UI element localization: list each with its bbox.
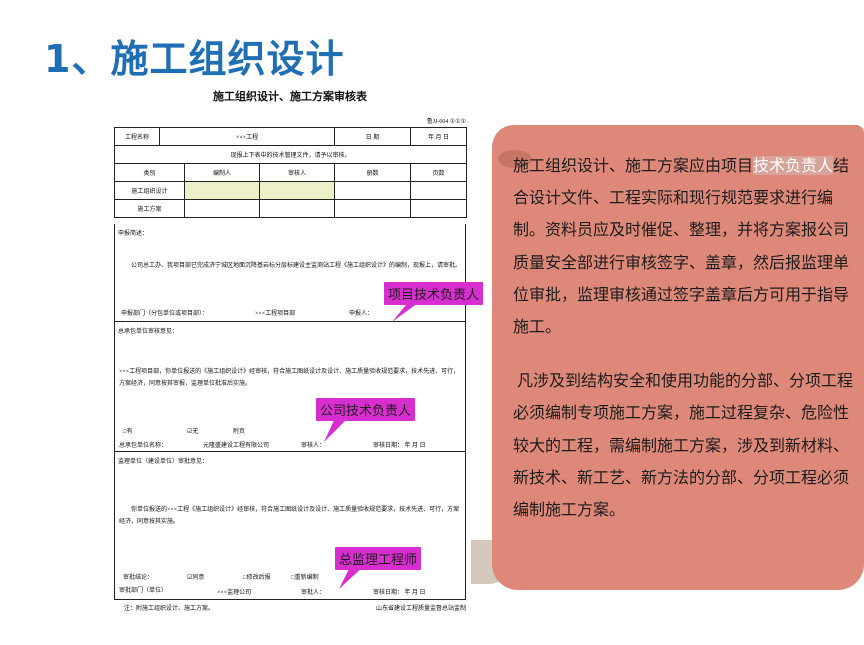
project-label: 工程名称: [114, 127, 160, 146]
date-label: 日 期: [334, 127, 412, 146]
cell-reviewer-2: [258, 199, 336, 218]
header-category: 类别: [114, 163, 185, 182]
explanation-paragraph-1: 施工组织设计、施工方案应由项目技术负责人结合设计文件、工程实际和现行规范要求进行…: [513, 150, 853, 343]
cell-pages-2: [410, 199, 468, 218]
callout-pointer: [324, 416, 350, 442]
check-attachment: 附页: [233, 429, 246, 435]
approver-label: 审批人：: [301, 590, 326, 596]
cell-volumes-2: [334, 199, 412, 218]
date-value: 年 月 日: [410, 127, 468, 146]
option-revise: □修改后报: [243, 575, 271, 581]
row-construction-design: 施工组织设计: [114, 181, 185, 200]
callout-pointer: [392, 300, 422, 322]
paragraph-1-start: 施工组织设计、施工方案应由项目: [513, 156, 754, 175]
project-value: ×××工程: [158, 127, 336, 146]
cell-volumes-1: [334, 181, 412, 200]
explanation-text: 施工组织设计、施工方案应由项目技术负责人结合设计文件、工程实际和现行规范要求进行…: [513, 150, 853, 526]
header-reviewer: 审核人: [258, 163, 336, 182]
callout-chief-supervisor: 总监理工程师: [335, 547, 422, 589]
form-footnote: 注：附施工组织设计、施工方案。: [124, 606, 215, 612]
form-header-table: 工程名称 ×××工程 日 期 年 月 日 现报上下表中的技术管理文件，请予以审核…: [113, 127, 468, 218]
conclusion-label: 审批结论：: [123, 575, 154, 581]
contractor-unit-label: 总承包单位名称：: [119, 443, 168, 449]
reporter-label: 申报人：: [349, 311, 374, 317]
section-supervisor-body: 你单位报送的×××工程《施工组织设计》经审核，符合施工图纸设计及设计、施工质量验…: [119, 507, 460, 525]
contractor-audit-date: 审核日期： 年 月 日: [373, 443, 426, 449]
cell-reviewer-1: [258, 181, 336, 200]
approval-dept-value: ×××监理公司: [217, 590, 252, 596]
section-contractor-review: 总承包单位审核意见： ×××工程项目部，你单位报送的《施工组织设计》经审核，符合…: [114, 322, 466, 452]
row-construction-plan: 施工方案: [114, 199, 185, 218]
section-supervisor-title: 监理单位（建设单位）审批意见：: [118, 459, 209, 465]
highlight-tech-lead: 技术负责人: [753, 156, 834, 175]
header-volumes: 册数: [334, 163, 412, 182]
check-no: ☑无: [187, 429, 199, 435]
form-title: 施工组织设计、施工方案审核表: [213, 90, 367, 103]
callout-company-tech-lead: 公司技术负责人: [316, 398, 416, 442]
application-dept-label: 申报部门（分包单位或项目部）：: [121, 311, 209, 317]
contractor-unit-value: 元隆盛建设工程有限公司: [203, 443, 270, 449]
submit-note: 现报上下表中的技术管理文件，请予以审核。: [113, 145, 468, 164]
header-pages: 页数: [410, 163, 468, 182]
section-application-title: 申报简述：: [118, 231, 149, 237]
approve-date: 审核日期： 年 月 日: [373, 590, 426, 596]
cell-pages-1: [410, 181, 468, 200]
application-dept-value: ×××工程项目部: [255, 311, 296, 317]
callout-project-tech-lead: 项目技术负责人: [384, 282, 484, 322]
paragraph-1-rest: 结合设计文件、工程实际和现行规范要求进行编制。资料员应及时催促、整理，并将方案报…: [513, 156, 850, 337]
audit-form: 施工组织设计、施工方案审核表 鲁JJ-004 ①①① 工程名称 ×××工程 日 …: [110, 82, 470, 617]
section-supervisor-approval: 监理单位（建设单位）审批意见： 你单位报送的×××工程《施工组织设计》经审核，符…: [114, 452, 466, 600]
section-application-body: 公司总工办、我项目部已完成济宁城区地面沉降基岩标分层标建设主监测站工程《施工组织…: [131, 263, 462, 269]
approval-dept-label: 审批部门（单位）: [119, 588, 168, 594]
option-agree: ☑同意: [187, 575, 205, 581]
form-issuer: 山东省建设工程质量监督总站监制: [375, 606, 466, 612]
section-contractor-title: 总承包单位审核意见：: [118, 329, 179, 335]
section-contractor-body: ×××工程项目部，你单位报送的《施工组织设计》经审核，符合施工图纸设计及设计、施…: [119, 369, 460, 387]
check-yes: □有: [123, 429, 133, 435]
cell-author-1: [184, 181, 260, 200]
form-code: 鲁JJ-004 ①①①: [426, 119, 466, 125]
callout-pointer: [339, 565, 365, 589]
slide-title: 1、施工组织设计: [44, 37, 345, 81]
explanation-paragraph-2: 凡涉及到结构安全和使用功能的分部、分项工程必须编制专项施工方案，施工过程复杂、危…: [513, 371, 854, 520]
cell-author-2: [184, 199, 260, 218]
header-author: 编制人: [184, 163, 260, 182]
option-redo: □重新编制: [291, 575, 319, 581]
